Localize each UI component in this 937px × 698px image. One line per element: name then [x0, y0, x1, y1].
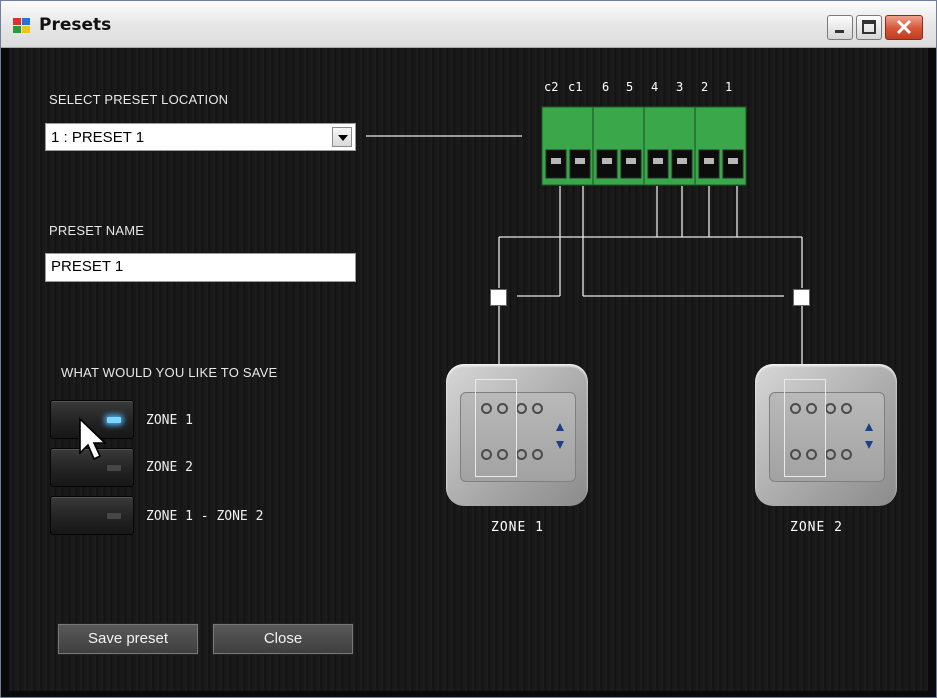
terminal-label: 3 — [676, 80, 684, 94]
terminal-label: 2 — [701, 80, 709, 94]
close-x-icon — [896, 19, 912, 35]
window-title: Presets — [39, 15, 112, 35]
minimize-button[interactable] — [827, 15, 853, 40]
keypad-highlight — [784, 379, 826, 477]
keypad-highlight — [475, 379, 517, 477]
zone1-caption: ZONE 1 — [491, 520, 544, 535]
zone1-keypad-image — [446, 364, 588, 506]
terminal-label: c2 — [544, 80, 559, 94]
client-area: SELECT PRESET LOCATION 1 : PRESET 1 PRES… — [9, 48, 928, 691]
maximize-icon — [862, 20, 876, 34]
presets-window: Presets SELECT PRESET LOCATION 1 : PRESE… — [0, 0, 937, 698]
title-bar[interactable]: Presets — [1, 1, 936, 48]
terminal-label: 5 — [626, 80, 634, 94]
zone2-keypad-image — [755, 364, 897, 506]
zone1-link-node — [490, 289, 507, 306]
mouse-pointer-icon — [79, 417, 107, 461]
terminal-label: 6 — [602, 80, 610, 94]
zone2-caption: ZONE 2 — [790, 520, 843, 535]
maximize-button[interactable] — [856, 15, 882, 40]
minimize-icon — [835, 30, 844, 33]
terminal-label: 4 — [651, 80, 659, 94]
zone2-link-node — [793, 289, 810, 306]
terminal-label: c1 — [568, 80, 583, 94]
terminal-label: 1 — [725, 80, 733, 94]
app-icon — [13, 18, 33, 36]
arrow-updown-icon — [865, 423, 873, 449]
close-window-button[interactable] — [885, 15, 923, 40]
arrow-updown-icon — [556, 423, 564, 449]
